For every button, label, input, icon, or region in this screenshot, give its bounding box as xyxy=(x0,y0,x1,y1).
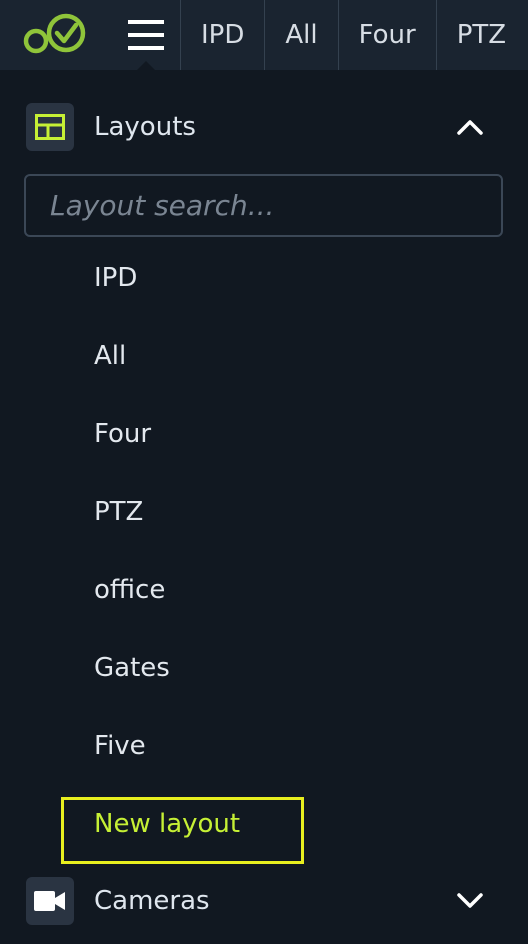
layout-item-label: Gates xyxy=(94,653,170,683)
layout-item-label: New layout xyxy=(94,809,241,839)
layout-list: IPD All Four PTZ office Gates Five New l… xyxy=(0,239,528,864)
layout-item-label: Five xyxy=(94,731,146,761)
layout-item-ipd[interactable]: IPD xyxy=(0,239,528,317)
layout-item-label: Four xyxy=(94,419,152,449)
layout-item-label: All xyxy=(94,341,127,371)
app-logo[interactable] xyxy=(0,0,114,70)
tab-ipd[interactable]: IPD xyxy=(180,0,264,70)
layouts-section-header[interactable]: Layouts xyxy=(0,95,528,159)
tab-all[interactable]: All xyxy=(264,0,337,70)
chevron-up-icon[interactable] xyxy=(456,117,484,137)
cameras-section-header[interactable]: Cameras xyxy=(0,869,528,933)
layout-search-box xyxy=(24,174,503,237)
logo-icon xyxy=(23,13,86,54)
layout-item-label: PTZ xyxy=(94,497,144,527)
layout-item-five[interactable]: Five xyxy=(0,707,528,785)
cameras-section-label: Cameras xyxy=(94,886,210,916)
chevron-down-icon[interactable] xyxy=(456,891,484,911)
menu-open-caret xyxy=(136,61,156,70)
tab-ptz[interactable]: PTZ xyxy=(435,0,526,70)
layout-tabs: IPD All Four PTZ xyxy=(180,0,526,70)
layout-item-label: office xyxy=(94,575,166,605)
layouts-section-label: Layouts xyxy=(94,112,196,142)
layout-item-label: IPD xyxy=(94,263,138,293)
hamburger-icon xyxy=(128,20,164,50)
layout-item-four[interactable]: Four xyxy=(0,395,528,473)
layout-grid-icon xyxy=(26,103,74,151)
layout-item-gates[interactable]: Gates xyxy=(0,629,528,707)
menu-button[interactable] xyxy=(112,0,180,70)
layout-item-ptz[interactable]: PTZ xyxy=(0,473,528,551)
top-bar: IPD All Four PTZ xyxy=(0,0,528,70)
layout-item-new-layout[interactable]: New layout xyxy=(0,785,528,864)
layout-item-all[interactable]: All xyxy=(0,317,528,395)
layout-item-office[interactable]: office xyxy=(0,551,528,629)
layout-search-input[interactable] xyxy=(48,188,479,223)
video-camera-icon xyxy=(26,877,74,925)
tab-four[interactable]: Four xyxy=(337,0,436,70)
